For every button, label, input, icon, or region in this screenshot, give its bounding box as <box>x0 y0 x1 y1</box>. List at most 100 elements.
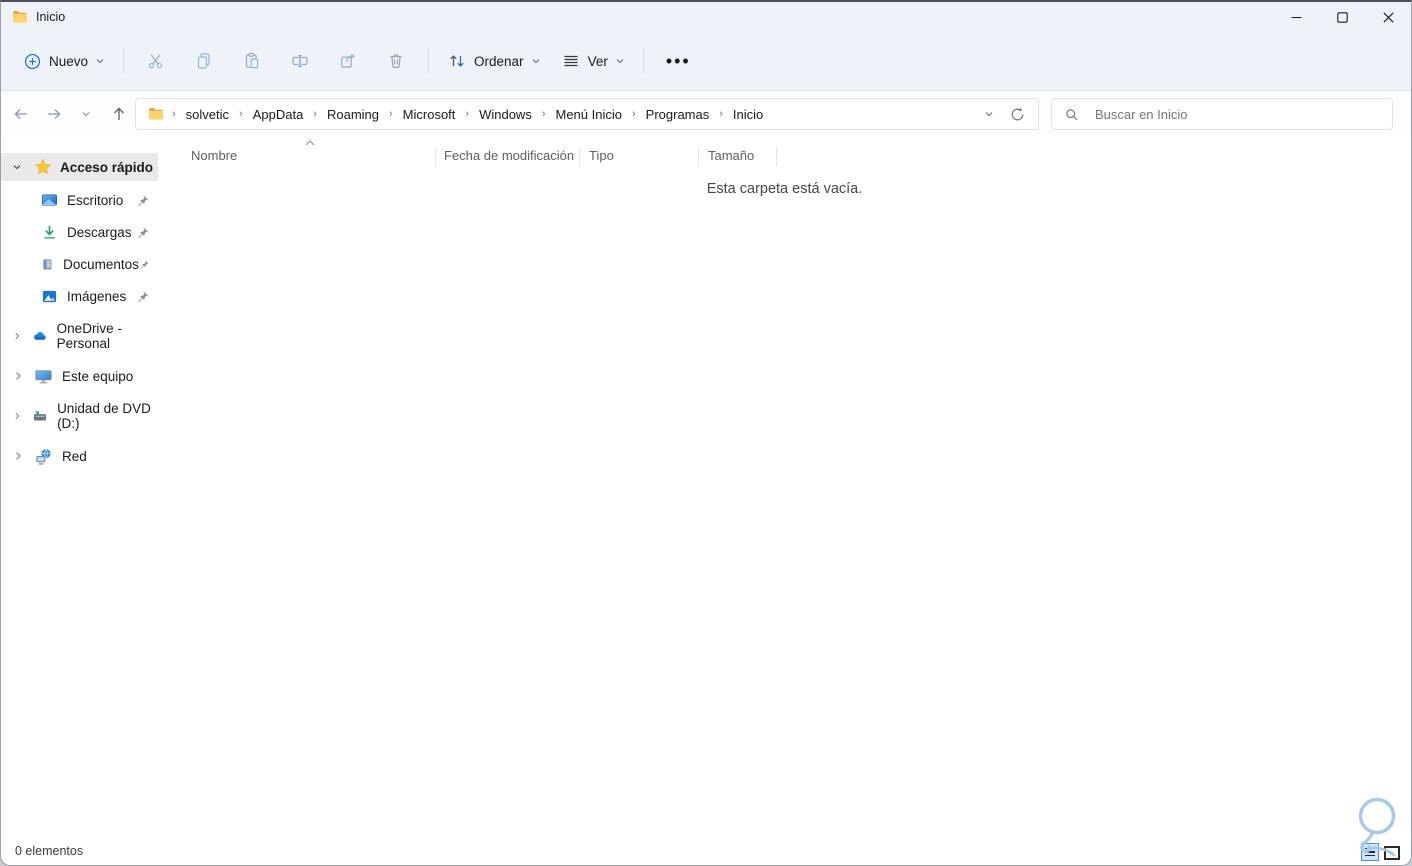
details-view-button[interactable] <box>1361 843 1379 861</box>
pictures-icon <box>42 290 57 302</box>
breadcrumb-item[interactable]: Menú Inicio <box>554 104 624 125</box>
search-icon <box>1066 108 1078 120</box>
address-bar[interactable]: › solvetic › AppData › Roaming › Microso… <box>135 98 1039 130</box>
search-box[interactable] <box>1051 98 1393 130</box>
breadcrumb-item[interactable]: Inicio <box>731 104 765 125</box>
column-header-size[interactable]: Tamaño <box>708 148 754 163</box>
address-dropdown-button[interactable] <box>983 108 995 120</box>
window-controls <box>1273 2 1411 32</box>
refresh-icon[interactable] <box>1009 106 1026 123</box>
sidebar-item-label: Unidad de DVD (D:) <box>57 401 151 431</box>
chevron-collapsed-icon[interactable] <box>12 370 24 382</box>
maximize-icon <box>1336 11 1348 23</box>
share-button[interactable] <box>324 43 372 79</box>
breadcrumb-item[interactable]: AppData <box>251 104 306 125</box>
copy-button[interactable] <box>180 43 228 79</box>
desktop-icon <box>42 194 57 206</box>
chevron-down-icon <box>96 59 104 64</box>
delete-button[interactable] <box>372 43 420 79</box>
breadcrumb-item[interactable]: Windows <box>477 104 534 125</box>
more-options-button[interactable]: ••• <box>652 43 705 79</box>
column-header-type[interactable]: Tipo <box>589 148 614 163</box>
sidebar-item-label: Red <box>62 448 87 464</box>
paste-button[interactable] <box>228 43 276 79</box>
breadcrumb-item[interactable]: Roaming <box>325 104 381 125</box>
chevron-collapsed-icon[interactable] <box>12 330 22 342</box>
window-title: Inicio <box>36 10 66 24</box>
pin-icon[interactable] <box>136 226 149 239</box>
search-input[interactable] <box>1093 105 1380 123</box>
breadcrumb-separator: › <box>719 108 723 120</box>
sidebar-item-downloads[interactable]: Descargas <box>1 216 158 248</box>
breadcrumb-item[interactable]: Programas <box>644 104 712 125</box>
breadcrumb: › solvetic › AppData › Roaming › Microso… <box>164 104 983 125</box>
new-button[interactable]: Nuevo <box>13 43 115 79</box>
breadcrumb-separator: › <box>239 108 243 120</box>
scissors-icon <box>148 54 163 69</box>
column-headers: Nombre Fecha de modificación Tipo Tamaño <box>158 140 1411 171</box>
column-divider[interactable] <box>579 147 580 166</box>
view-button[interactable]: Ver <box>551 43 635 79</box>
plus-circle-icon <box>24 53 41 69</box>
sidebar-item-label: Descargas <box>67 224 132 240</box>
close-button[interactable] <box>1365 2 1411 32</box>
column-divider[interactable] <box>698 147 699 166</box>
recent-locations-button[interactable] <box>72 100 100 128</box>
breadcrumb-separator: › <box>541 108 546 120</box>
column-header-name[interactable]: Nombre <box>191 148 237 163</box>
sidebar-item-label: Acceso rápido <box>60 159 154 175</box>
sidebar-item-onedrive[interactable]: OneDrive - Personal <box>1 316 158 356</box>
breadcrumb-separator: › <box>465 108 470 120</box>
breadcrumb-item[interactable]: solvetic <box>184 104 231 125</box>
pin-icon[interactable] <box>136 290 149 303</box>
view-button-label: Ver <box>587 53 608 69</box>
breadcrumb-separator: › <box>389 108 393 120</box>
column-divider[interactable] <box>435 147 436 166</box>
view-toggles <box>1361 843 1400 861</box>
cut-button[interactable] <box>132 43 180 79</box>
clipboard-icon <box>245 52 259 69</box>
details-view-icon <box>1365 847 1375 850</box>
folder-icon <box>13 11 27 23</box>
sidebar-item-documents[interactable]: Documentos <box>1 248 158 280</box>
breadcrumb-item[interactable]: Microsoft <box>401 104 458 125</box>
sort-button-label: Ordenar <box>474 53 524 69</box>
sidebar-item-desktop[interactable]: Escritorio <box>1 184 158 216</box>
up-button[interactable] <box>105 100 133 128</box>
column-divider[interactable] <box>776 147 777 166</box>
monitor-icon <box>35 369 52 383</box>
dvd-drive-icon <box>34 410 47 420</box>
download-icon <box>44 225 55 239</box>
sidebar-item-dvd-drive[interactable]: Unidad de DVD (D:) <box>1 396 158 436</box>
title-bar: Inicio <box>1 2 1411 32</box>
breadcrumb-separator: › <box>631 108 636 120</box>
chevron-down-icon <box>532 59 539 64</box>
forward-button[interactable] <box>40 100 68 128</box>
maximize-button[interactable] <box>1319 2 1365 32</box>
breadcrumb-separator: › <box>172 108 176 120</box>
minimize-button[interactable] <box>1273 2 1319 32</box>
large-icons-view-button[interactable] <box>1384 846 1400 860</box>
onedrive-cloud-icon <box>34 331 46 340</box>
chevron-collapsed-icon[interactable] <box>12 450 24 462</box>
address-row: › solvetic › AppData › Roaming › Microso… <box>1 91 1411 137</box>
pin-icon[interactable] <box>136 194 149 207</box>
chevron-down-icon <box>82 112 90 117</box>
column-header-date-modified[interactable]: Fecha de modificación <box>444 148 574 163</box>
sidebar-item-network[interactable]: Red <box>1 436 158 476</box>
back-button[interactable] <box>7 100 35 128</box>
pin-icon[interactable] <box>139 258 149 271</box>
chevron-collapsed-icon[interactable] <box>12 410 22 422</box>
sidebar-item-label: Este equipo <box>62 368 134 384</box>
copy-icon <box>197 53 210 69</box>
file-list-area: Nombre Fecha de modificación Tipo Tamaño… <box>158 137 1411 837</box>
sidebar-item-this-pc[interactable]: Este equipo <box>1 356 158 396</box>
sidebar-item-label: Escritorio <box>67 192 124 208</box>
chevron-expanded-icon[interactable] <box>9 161 25 173</box>
sort-button[interactable]: Ordenar <box>437 43 551 79</box>
folder-icon <box>149 108 163 120</box>
sidebar-item-quick-access[interactable]: Acceso rápido <box>1 153 158 181</box>
share-icon <box>341 53 356 68</box>
sidebar-item-pictures[interactable]: Imágenes <box>1 280 158 312</box>
rename-button[interactable] <box>276 43 324 79</box>
